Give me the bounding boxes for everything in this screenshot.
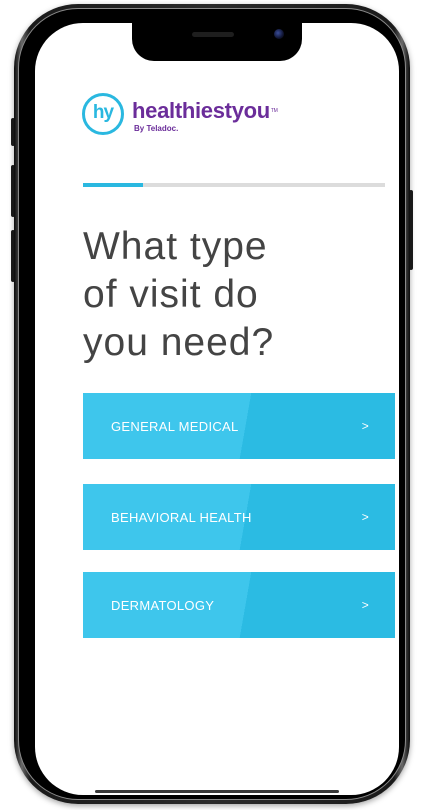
option-label: DERMATOLOGY <box>111 597 215 613</box>
page-title-line-1: What type <box>83 225 268 268</box>
chevron-right-icon: > <box>361 598 369 612</box>
general-medical-button[interactable]: GENERAL MEDICAL > <box>83 393 395 459</box>
option-label: GENERAL MEDICAL <box>111 418 239 434</box>
page-title: What type of visit do you need? <box>83 223 373 367</box>
phone-bezel: hy healthiestyouTM By Teladoc. What type… <box>18 8 406 800</box>
page-title-line-2: of visit do <box>83 273 259 316</box>
behavioral-health-button[interactable]: BEHAVIORAL HEALTH > <box>83 484 395 550</box>
chevron-right-icon: > <box>361 419 369 433</box>
speaker-grille <box>192 32 234 37</box>
brand-wordmark: healthiestyouTM <box>132 98 278 124</box>
progress-bar <box>83 183 385 187</box>
trademark: TM <box>270 108 278 114</box>
progress-fill <box>83 183 144 187</box>
brand-wordmark-text: healthiestyou <box>132 98 270 123</box>
device-mockup: hy healthiestyouTM By Teladoc. What type… <box>0 0 424 810</box>
notch <box>132 23 302 61</box>
page-title-line-3: you need? <box>83 321 275 364</box>
front-camera-icon <box>274 29 284 39</box>
brand-logo: hy healthiestyouTM By Teladoc. <box>82 93 278 145</box>
brand-byline: By Teladoc. <box>134 124 179 133</box>
dermatology-button[interactable]: DERMATOLOGY > <box>83 572 395 638</box>
hy-logo-icon: hy <box>82 93 124 135</box>
phone-frame: hy healthiestyouTM By Teladoc. What type… <box>14 4 410 804</box>
option-label: BEHAVIORAL HEALTH <box>111 509 252 525</box>
screen-bottom-edge <box>95 790 339 793</box>
logo-text: healthiestyouTM By Teladoc. <box>132 93 278 134</box>
chevron-right-icon: > <box>361 510 369 524</box>
app-screen: hy healthiestyouTM By Teladoc. What type… <box>35 23 399 795</box>
